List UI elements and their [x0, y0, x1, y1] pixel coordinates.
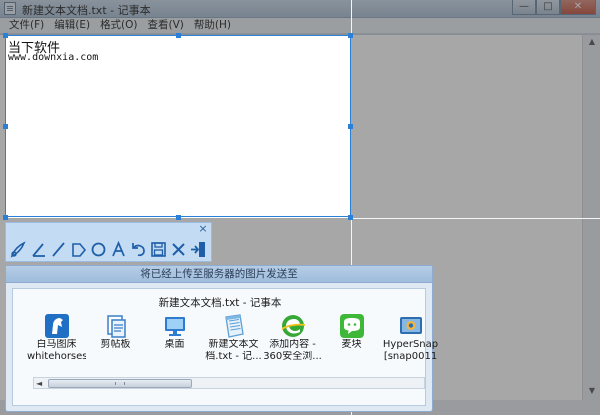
target-label-line2: 360安全浏...	[263, 351, 322, 362]
clipboard-icon	[103, 313, 129, 339]
target-hypersnap[interactable]: HyperSnap [snap0011	[381, 313, 440, 363]
ellipse-icon[interactable]	[89, 239, 108, 259]
target-label-line1: 新建文本文	[208, 339, 259, 350]
target-label-line1: 添加内容 -	[269, 339, 316, 350]
target-label-line2: [snap0011	[383, 351, 438, 362]
resize-handle-sw[interactable]	[3, 215, 8, 220]
send-target-list: 白马图床 whitehorses... 剪帖板 桌面 新建文本文	[27, 313, 440, 363]
text-icon[interactable]	[109, 239, 128, 259]
brush-icon[interactable]	[9, 239, 28, 259]
exit-icon[interactable]	[189, 239, 208, 259]
monitor-icon	[162, 313, 188, 339]
pencil-icon[interactable]	[49, 239, 68, 259]
crosshair-guide-horizontal	[351, 218, 600, 219]
chat-icon	[339, 313, 365, 339]
resize-handle-n[interactable]	[176, 33, 181, 38]
dialog-header: 将已经上传至服务器的图片发送至	[6, 266, 432, 283]
selection-text-line2: www.downxia.com	[8, 52, 99, 63]
target-label-line1: 桌面	[164, 339, 185, 350]
target-360-browser[interactable]: 添加内容 - 360安全浏...	[263, 313, 322, 363]
resize-handle-se[interactable]	[348, 215, 353, 220]
scrollbar-grip-icon	[115, 382, 125, 385]
target-list-scrollbar[interactable]: ◄	[33, 377, 425, 389]
target-label-line1: HyperSnap	[382, 339, 439, 350]
resize-handle-nw[interactable]	[3, 33, 8, 38]
cancel-icon[interactable]	[169, 239, 188, 259]
capture-selection[interactable]: 当下软件 www.downxia.com	[5, 35, 351, 217]
target-desktop[interactable]: 桌面	[145, 313, 204, 363]
crosshair-guide-vertical	[351, 0, 352, 35]
toolbar-close-button[interactable]: ×	[198, 223, 208, 235]
scrollbar-thumb[interactable]	[48, 379, 192, 388]
target-label-line1: 麦块	[341, 339, 362, 350]
target-notepad-window[interactable]: 新建文本文 档.txt - 记...	[204, 313, 263, 363]
line-icon[interactable]	[29, 239, 48, 259]
target-chat-app[interactable]: 麦块	[322, 313, 381, 363]
resize-handle-ne[interactable]	[348, 33, 353, 38]
resize-handle-s[interactable]	[176, 215, 181, 220]
save-icon[interactable]	[149, 239, 168, 259]
target-baima-image-host[interactable]: 白马图床 whitehorses...	[27, 313, 86, 363]
hypersnap-icon	[398, 313, 424, 339]
target-label-line2: whitehorses...	[27, 351, 86, 362]
scroll-left-icon[interactable]: ◄	[36, 378, 42, 389]
browser-360-icon	[280, 313, 306, 339]
send-to-dialog: 将已经上传至服务器的图片发送至 新建文本文档.txt - 记事本 白马图床 wh…	[5, 265, 438, 412]
dim-overlay-top	[0, 0, 600, 35]
target-clipboard[interactable]: 剪帖板	[86, 313, 145, 363]
target-label-line1: 白马图床	[36, 339, 77, 350]
notepad-icon	[221, 313, 247, 339]
arrow-callout-icon[interactable]	[69, 239, 88, 259]
dialog-body: 新建文本文档.txt - 记事本 白马图床 whitehorses... 剪帖板	[12, 288, 438, 406]
horse-icon	[44, 313, 70, 339]
undo-icon[interactable]	[129, 239, 148, 259]
target-label-line1: 剪帖板	[100, 339, 131, 350]
annotation-toolbar: ×	[5, 222, 212, 262]
target-label-line2: 档.txt - 记...	[205, 351, 262, 362]
dialog-subtitle: 新建文本文档.txt - 记事本	[158, 297, 282, 309]
resize-handle-w[interactable]	[3, 124, 8, 129]
resize-handle-e[interactable]	[348, 124, 353, 129]
